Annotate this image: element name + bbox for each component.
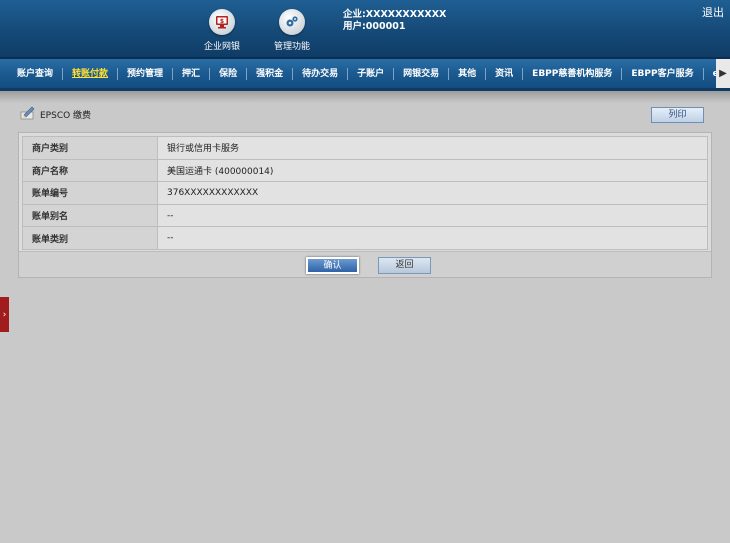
nav-shadow bbox=[0, 91, 730, 103]
gears-icon bbox=[279, 9, 305, 35]
nav-item[interactable]: 强积金 bbox=[247, 68, 294, 80]
management-functions-label: 管理功能 bbox=[273, 42, 310, 52]
row-label: 商户名称 bbox=[22, 158, 158, 183]
nav-item[interactable]: EBPP慈善机构服务 bbox=[523, 68, 623, 80]
svg-text:$: $ bbox=[220, 18, 224, 25]
nav-item[interactable]: 子账户 bbox=[348, 68, 395, 80]
nav-item[interactable]: 转账付款 bbox=[63, 68, 119, 80]
management-functions-link[interactable]: 管理功能 bbox=[262, 9, 322, 52]
company-id: 企业:XXXXXXXXXXX bbox=[343, 9, 447, 20]
button-row: 确认 返回 bbox=[19, 251, 711, 277]
corporate-ebanking-link[interactable]: $ 企业网银 bbox=[192, 9, 252, 52]
print-button[interactable]: 列印 bbox=[651, 107, 704, 123]
user-info: 企业:XXXXXXXXXXX 用户:000001 bbox=[343, 9, 446, 33]
back-button[interactable]: 返回 bbox=[378, 257, 431, 274]
table-row: 账单别名 -- bbox=[22, 203, 708, 228]
corporate-ebanking-label: 企业网银 bbox=[203, 42, 240, 52]
nav-scroll-right-button[interactable]: ▶ bbox=[716, 59, 730, 88]
details-table: 商户类别 银行或信用卡服务 商户名称 美国运通卡 (400000014) 账单编号 376… bbox=[22, 136, 708, 250]
nav-item[interactable]: 网银交易 bbox=[394, 68, 450, 80]
page-title-text: EPSCO 缴费 bbox=[40, 111, 92, 121]
row-label: 账单别名 bbox=[22, 203, 158, 228]
row-label: 商户类别 bbox=[22, 136, 158, 160]
table-row: 商户类别 银行或信用卡服务 bbox=[22, 136, 708, 160]
details-panel: 商户类别 银行或信用卡服务 商户名称 美国运通卡 (400000014) 账单编号 376… bbox=[18, 132, 712, 278]
user-id: 用户:000001 bbox=[343, 21, 406, 32]
page-title: EPSCO 缴费 bbox=[20, 106, 91, 123]
row-value: 376XXXXXXXXXXXX bbox=[157, 181, 708, 205]
nav-item[interactable]: 资讯 bbox=[486, 68, 524, 80]
nav-item[interactable]: 其他 bbox=[449, 68, 487, 80]
nav-item[interactable]: 押汇 bbox=[173, 68, 211, 80]
row-value: -- bbox=[157, 203, 708, 228]
table-row: 账单编号 376XXXXXXXXXXXX bbox=[22, 181, 708, 205]
nav-item[interactable]: 保险 bbox=[210, 68, 248, 80]
top-header: $ 企业网银 管理功能 企业:XXXXXXXXXXX 用户:000001 退出 bbox=[0, 0, 730, 57]
row-label: 账单类别 bbox=[22, 226, 158, 250]
confirm-button[interactable]: 确认 bbox=[306, 257, 359, 274]
edit-pen-icon bbox=[20, 106, 36, 123]
side-panel-toggle[interactable]: › bbox=[0, 297, 9, 332]
nav-items: 账户查询 转账付款 预约管理 押汇 保险 强积金 待办交易 子账户 网银交易 其他 资讯 EBPP慈善… bbox=[8, 68, 725, 80]
row-value: 银行或信用卡服务 bbox=[157, 136, 708, 160]
nav-item[interactable]: 待办交易 bbox=[293, 68, 349, 80]
row-value: -- bbox=[157, 226, 708, 250]
row-label: 账单编号 bbox=[22, 181, 158, 205]
arrow-right-icon: ▶ bbox=[719, 68, 727, 79]
nav-item[interactable]: 账户查询 bbox=[8, 68, 64, 80]
nav-item[interactable]: EBPP客户服务 bbox=[622, 68, 704, 80]
logout-link[interactable]: 退出 bbox=[702, 4, 724, 20]
nav-item[interactable]: 预约管理 bbox=[118, 68, 174, 80]
main-nav: 账户查询 转账付款 预约管理 押汇 保险 强积金 待办交易 子账户 网银交易 其他 资讯 EBPP慈善… bbox=[0, 57, 730, 91]
table-row: 商户名称 美国运通卡 (400000014) bbox=[22, 158, 708, 183]
monitor-dollar-icon: $ bbox=[209, 9, 235, 35]
row-value: 美国运通卡 (400000014) bbox=[157, 158, 708, 183]
chevron-right-icon: › bbox=[2, 309, 7, 320]
table-row: 账单类别 -- bbox=[22, 226, 708, 250]
